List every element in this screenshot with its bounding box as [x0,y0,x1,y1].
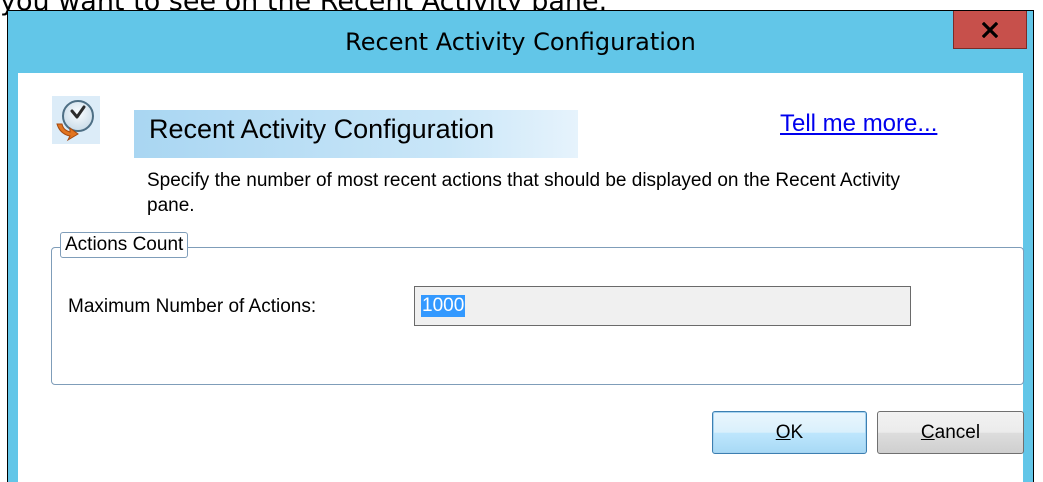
max-actions-input[interactable]: 1000 [414,286,911,326]
group-legend: Actions Count [60,232,189,258]
ok-button[interactable]: OK [712,411,867,454]
cancel-label-rest: ancel [934,421,981,443]
close-icon [982,21,998,38]
cancel-button[interactable]: Cancel [877,411,1024,454]
ok-mnemonic: O [775,421,791,443]
tell-me-more-link[interactable]: Tell me more... [780,110,937,138]
page: you want to see on the Recent Activity p… [0,0,1043,482]
max-actions-value: 1000 [421,295,466,317]
clock-arrow-icon [52,96,100,144]
ok-label-rest: K [790,421,804,443]
max-actions-label: Maximum Number of Actions: [68,296,317,317]
close-button[interactable] [953,11,1027,49]
title-bar[interactable]: Recent Activity Configuration [8,11,1033,73]
window-title: Recent Activity Configuration [345,28,696,56]
header-title: Recent Activity Configuration [149,114,495,144]
description-text: Specify the number of most recent action… [147,170,901,216]
cancel-mnemonic: C [920,421,935,443]
